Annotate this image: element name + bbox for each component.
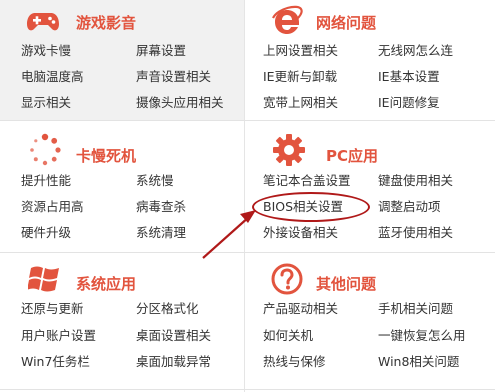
link-network-5[interactable]: IE问题修复 (378, 95, 440, 111)
link-system-2[interactable]: 用户账户设置 (21, 328, 96, 344)
link-slow-2[interactable]: 资源占用高 (21, 199, 84, 215)
highlight-ellipse (252, 192, 370, 222)
link-other-1[interactable]: 手机相关问题 (378, 301, 453, 317)
link-network-4[interactable]: 宽带上网相关 (263, 95, 338, 111)
link-slow-0[interactable]: 提升性能 (21, 173, 71, 189)
section-title-other: 其他问题 (316, 275, 377, 293)
link-slow-1[interactable]: 系统慢 (136, 173, 174, 189)
link-other-5[interactable]: Win8相关问题 (378, 354, 459, 370)
link-network-3[interactable]: IE基本设置 (378, 69, 440, 85)
link-pc-5[interactable]: 蓝牙使用相关 (378, 225, 453, 241)
section-title-pc: PC应用 (326, 147, 379, 165)
link-games-1[interactable]: 屏幕设置 (136, 43, 186, 59)
link-system-1[interactable]: 分区格式化 (136, 301, 199, 317)
link-system-0[interactable]: 还原与更新 (21, 301, 84, 317)
link-games-5[interactable]: 摄像头应用相关 (136, 95, 224, 111)
row-divider-2 (0, 252, 495, 253)
column-divider (244, 0, 245, 392)
link-other-0[interactable]: 产品驱动相关 (263, 301, 338, 317)
link-other-4[interactable]: 热线与保修 (263, 354, 326, 370)
link-other-2[interactable]: 如何关机 (263, 328, 313, 344)
link-network-0[interactable]: 上网设置相关 (263, 43, 338, 59)
link-games-4[interactable]: 显示相关 (21, 95, 71, 111)
link-network-1[interactable]: 无线网怎么连 (378, 43, 453, 59)
question-mark-icon (271, 263, 303, 295)
gamepad-icon (27, 13, 59, 31)
link-network-2[interactable]: IE更新与卸载 (263, 69, 337, 85)
link-pc-3[interactable]: 调整启动项 (378, 199, 441, 215)
link-pc-1[interactable]: 键盘使用相关 (378, 173, 453, 189)
loading-spinner-icon (30, 133, 61, 166)
row-divider-3 (0, 389, 495, 390)
row-divider-1 (0, 120, 495, 121)
section-title-slow: 卡慢死机 (76, 147, 137, 165)
gear-icon (273, 134, 305, 166)
link-system-5[interactable]: 桌面加载异常 (136, 354, 211, 370)
link-other-3[interactable]: 一键恢复怎么用 (378, 328, 466, 344)
link-system-4[interactable]: Win7任务栏 (21, 354, 90, 370)
link-pc-4[interactable]: 外接设备相关 (263, 225, 338, 241)
windows-logo-icon (28, 266, 59, 292)
ie-browser-icon (272, 5, 303, 34)
link-slow-5[interactable]: 系统清理 (136, 225, 186, 241)
link-games-0[interactable]: 游戏卡慢 (21, 43, 71, 59)
link-games-3[interactable]: 声音设置相关 (136, 69, 211, 85)
link-system-3[interactable]: 桌面设置相关 (136, 328, 211, 344)
link-pc-0[interactable]: 笔记本合盖设置 (263, 173, 351, 189)
link-slow-3[interactable]: 病毒查杀 (136, 199, 186, 215)
section-title-system: 系统应用 (76, 275, 137, 293)
section-title-games: 游戏影音 (76, 14, 137, 32)
link-slow-4[interactable]: 硬件升级 (21, 225, 71, 241)
help-topics-grid: 游戏影音 游戏卡慢 屏幕设置 电脑温度高 声音设置相关 显示相关 摄像头应用相关… (0, 0, 495, 392)
section-title-network: 网络问题 (316, 14, 377, 32)
link-games-2[interactable]: 电脑温度高 (21, 69, 84, 85)
